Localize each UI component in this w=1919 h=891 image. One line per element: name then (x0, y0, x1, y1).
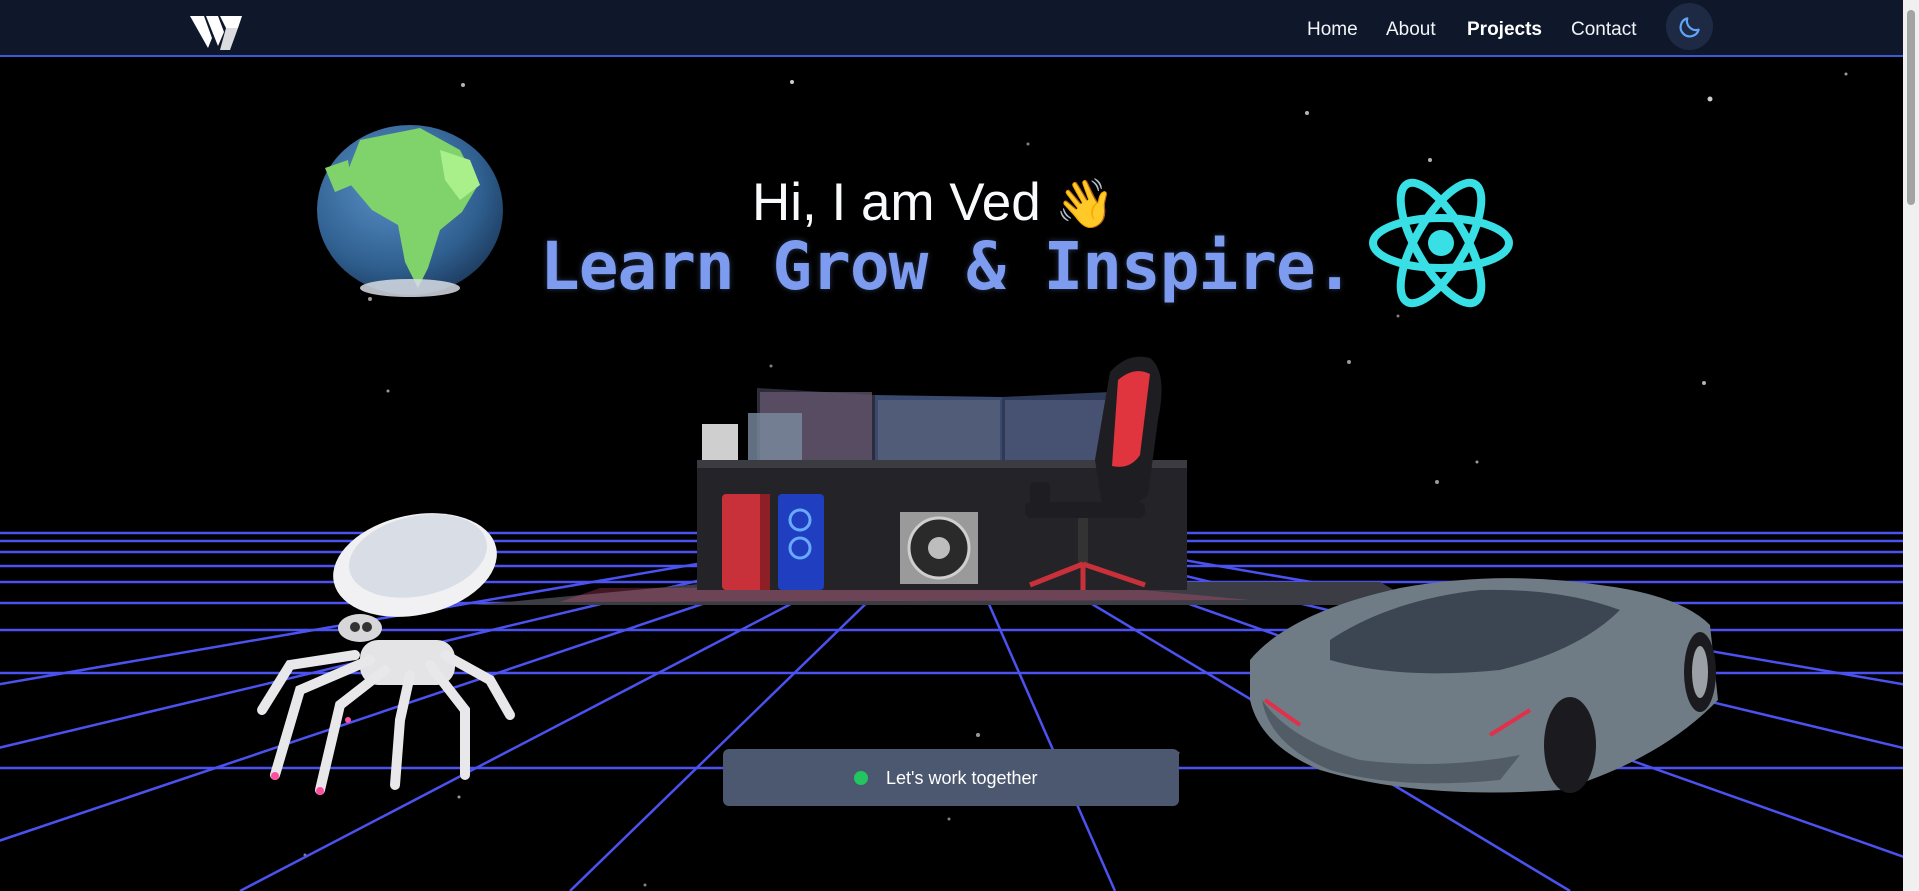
nav-link-about[interactable]: About (1386, 19, 1436, 41)
vp-logo[interactable] (190, 10, 246, 52)
theme-toggle-button[interactable] (1666, 3, 1713, 50)
waving-hand-icon: 👋 (1055, 178, 1116, 231)
nav-link-home[interactable]: Home (1307, 19, 1358, 41)
nav-link-contact[interactable]: Contact (1571, 19, 1636, 41)
moon-icon (1679, 17, 1700, 38)
hero-canvas: Hi, I am Ved 👋 Learn Grow & Inspire. Let… (0, 0, 1919, 891)
navbar: Home About Projects Contact (0, 0, 1903, 57)
work-together-button[interactable]: Let's work together (723, 749, 1179, 806)
page-scrollbar[interactable] (1903, 0, 1919, 891)
nav-link-projects[interactable]: Projects (1467, 19, 1542, 41)
hero-tagline: Learn Grow & Inspire. (540, 228, 1354, 305)
work-together-label: Let's work together (886, 768, 1038, 788)
greeting-text: Hi, I am Ved (752, 173, 1041, 232)
status-dot-icon (854, 771, 868, 785)
scrollbar-thumb[interactable] (1907, 10, 1915, 205)
hero-greeting: Hi, I am Ved 👋 (752, 172, 1115, 233)
